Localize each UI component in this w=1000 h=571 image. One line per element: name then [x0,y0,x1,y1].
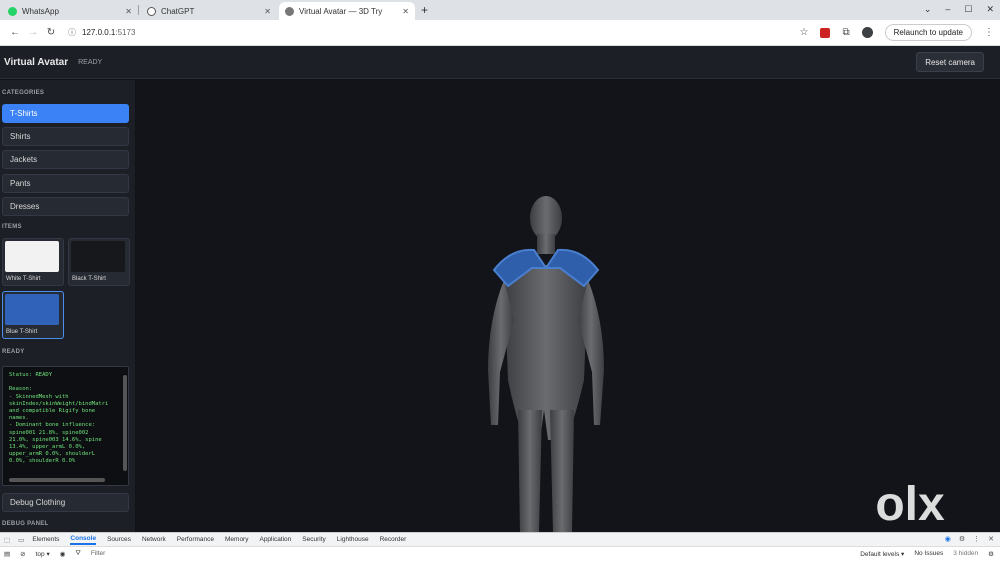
new-tab-button[interactable]: + [421,3,428,17]
extensions-puzzle-icon[interactable]: ⧉ [842,27,849,38]
live-expression-eye-icon[interactable]: ◉ [60,550,66,558]
debug-clothing-button[interactable]: Debug Clothing [2,493,129,512]
category-dresses[interactable]: Dresses [2,197,129,216]
3d-viewport[interactable]: olx [136,80,1000,532]
devtools-tab-console[interactable]: Console [70,535,97,545]
close-icon[interactable]: ✕ [264,7,271,16]
devtools-tab-memory[interactable]: Memory [225,536,248,543]
hidden-count: 3 hidden [953,550,979,557]
maximize-button[interactable]: ☐ [964,4,972,15]
devtools-close-icon[interactable]: ✕ [988,535,994,543]
categories-heading: CATEGORIES [2,90,45,96]
svg-text:olx: olx [875,478,945,530]
minimize-button[interactable]: – [945,4,950,15]
extension-icon[interactable] [820,27,831,38]
olx-watermark-logo: olx [875,478,945,530]
device-toolbar-icon[interactable]: ▭ [18,536,24,544]
browser-tab-chatgpt[interactable]: ChatGPT ✕ [141,2,277,20]
url-field[interactable]: ⓘ 127.0.0.1:5173 [68,27,800,38]
console-toolbar: ▤ ⊘ top ▾ ◉ ⛛ Filter Default levels ▾ No… [0,546,1000,560]
tab-divider [138,5,139,15]
devtools-tab-network[interactable]: Network [142,536,166,543]
log-levels-dropdown[interactable]: Default levels ▾ [860,550,904,558]
devtools-tab-performance[interactable]: Performance [177,536,214,543]
app-title: Virtual Avatar [4,56,69,68]
status-log[interactable]: Status: READY Reason: - SkinnedMesh with… [2,366,129,486]
forward-button[interactable]: → [24,27,42,38]
reload-button[interactable]: ↻ [42,27,60,38]
item-thumbnail [5,294,59,325]
devtools-tab-security[interactable]: Security [302,536,325,543]
item-thumbnail [71,241,125,272]
console-filter-input[interactable]: Filter [91,550,105,557]
reset-camera-button[interactable]: Reset camera [916,52,984,72]
window-controls: ⌄ – ☐ ✕ [924,4,994,15]
debug-panel-heading: DEBUG PANEL [2,521,49,527]
items-heading: ITEMS [2,224,22,230]
filter-icon: ⛛ [75,549,81,557]
devtools-controls: ◉ ⚙ ⋮ ✕ [945,535,994,543]
devtools-tab-sources[interactable]: Sources [107,536,131,543]
browser-tab-strip: WhatsApp ✕ ChatGPT ✕ Virtual Avatar — 3D… [0,0,1000,20]
sidebar-toggle-icon[interactable]: ▤ [4,550,10,558]
devtools-tab-application[interactable]: Application [259,536,291,543]
avatar-model [488,196,604,532]
log-vertical-scrollbar[interactable] [123,375,127,471]
category-tshirts[interactable]: T-Shirts [2,104,129,123]
close-icon[interactable]: ✕ [125,7,132,16]
close-window-button[interactable]: ✕ [986,4,994,15]
context-selector[interactable]: top ▾ [36,550,50,558]
item-blue-tshirt[interactable]: Blue T-Shirt [2,291,64,339]
chatgpt-icon [147,6,156,16]
devtools-settings-icon[interactable]: ⚙ [959,535,965,543]
devtools-tab-lighthouse[interactable]: Lighthouse [337,536,369,543]
devtools-tab-elements[interactable]: Elements [32,536,59,543]
devtools-menu-icon[interactable]: ⋮ [973,535,980,543]
status-heading: READY [2,349,25,355]
app-status: READY [78,58,103,66]
item-white-tshirt[interactable]: White T-Shirt [2,238,64,286]
browser-tab-virtual-avatar[interactable]: Virtual Avatar — 3D Try ✕ [279,2,415,20]
site-info-icon[interactable]: ⓘ [68,27,76,38]
whatsapp-icon [8,6,17,16]
inspect-element-icon[interactable]: ⬚ [4,536,10,544]
clear-console-icon[interactable]: ⊘ [20,550,25,558]
menu-kebab-icon[interactable]: ⋮ [984,27,994,38]
log-horizontal-scrollbar[interactable] [9,478,105,482]
toolbar-icons: ☆ ⧉ Relaunch to update ⋮ [800,24,994,41]
issues-indicator[interactable]: No Issues [914,550,943,558]
item-thumbnail [5,241,59,272]
category-pants[interactable]: Pants [2,174,129,193]
console-settings-icon[interactable]: ⚙ [988,550,994,558]
back-button[interactable]: ← [6,27,24,38]
browser-tab-whatsapp[interactable]: WhatsApp ✕ [2,2,138,20]
relaunch-button[interactable]: Relaunch to update [884,24,972,41]
close-icon[interactable]: ✕ [402,7,409,16]
devtools-notification-icon[interactable]: ◉ [945,535,951,543]
status-log-text: Status: READY Reason: - SkinnedMesh with… [9,372,109,465]
console-output-area[interactable] [0,560,1000,571]
item-black-tshirt[interactable]: Black T-Shirt [68,238,130,286]
address-bar: ← → ↻ ⓘ 127.0.0.1:5173 ☆ ⧉ Relaunch to u… [0,20,1000,46]
category-jackets[interactable]: Jackets [2,150,129,169]
profile-avatar[interactable] [861,27,873,38]
devtools-tab-bar: ⬚ ▭ Elements Console Sources Network Per… [0,532,1000,546]
url-host: 127.0.0.1 [82,28,116,37]
app-header: Virtual Avatar READY Reset camera [0,46,1000,79]
bookmark-star-icon[interactable]: ☆ [800,27,809,38]
category-shirts[interactable]: Shirts [2,127,129,146]
devtools-tab-recorder[interactable]: Recorder [380,536,407,543]
sidebar: CATEGORIES T-Shirts Shirts Jackets Pants… [0,80,135,532]
globe-icon [285,6,294,16]
tab-search-icon[interactable]: ⌄ [924,4,932,15]
url-port: :5173 [115,28,136,37]
console-right-controls: Default levels ▾ No Issues 3 hidden ⚙ [860,550,994,558]
avatar-scene [488,196,604,532]
